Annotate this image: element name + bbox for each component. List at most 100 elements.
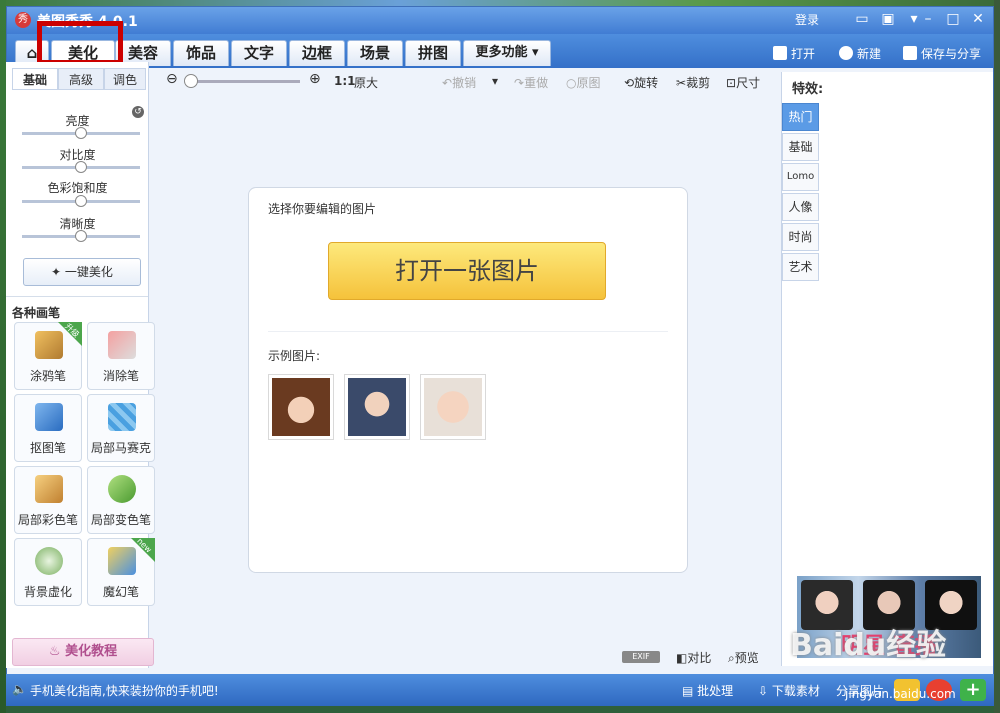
exif-button[interactable]: EXIF (622, 651, 660, 663)
main-tab-bar: ⌂ 美化 美容 饰品 文字 边框 场景 拼图 更多功能 ▾ 打开 新建 保存与分… (7, 34, 993, 68)
contrast-slider[interactable] (22, 161, 140, 173)
card-divider (268, 331, 668, 332)
tab-frame[interactable]: 边框 (289, 40, 345, 66)
tab-more-features[interactable]: 更多功能 ▾ (463, 40, 551, 66)
sharpness-slider[interactable] (22, 230, 140, 242)
image-toolbar: ⊖ ⊕ 1:1 原大 ↶撤销 ▾ ↷重做 ○原图 ⟲旋转 ✂裁剪 ⊡尺寸 (158, 68, 780, 96)
batch-icon: ▤ (682, 684, 698, 698)
mosaic-icon (108, 403, 136, 431)
brightness-slider[interactable] (22, 127, 140, 139)
save-icon (903, 46, 917, 60)
crop-button[interactable]: ✂裁剪 (676, 74, 710, 91)
effect-tab-hot[interactable]: 热门 (782, 103, 819, 131)
one-click-beautify-button[interactable]: ✦ 一键美化 (23, 258, 141, 286)
preview-button[interactable]: ⌕预览 (728, 649, 759, 666)
folder-icon (773, 46, 787, 60)
beautify-tutorial-button[interactable]: ♨ 美化教程 (12, 638, 154, 666)
compare-icon: ◧ (676, 651, 688, 665)
resize-icon: ⊡ (726, 76, 737, 90)
ratio-button[interactable]: 1:1 (334, 74, 356, 88)
close-icon[interactable]: ✕ (969, 11, 987, 27)
sample-image-3[interactable] (420, 374, 486, 440)
add-green-icon[interactable]: + (960, 679, 986, 701)
sample-image-1[interactable] (268, 374, 334, 440)
download-material-button[interactable]: ⇩ 下载素材 (758, 682, 820, 699)
rotate-button[interactable]: ⟲旋转 (624, 74, 658, 91)
tool-mosaic[interactable]: 局部马赛克 (87, 394, 155, 462)
effect-tab-art[interactable]: 艺术 (782, 253, 819, 281)
saturation-slider[interactable] (22, 195, 140, 207)
zoom-slider[interactable] (186, 80, 300, 83)
tool-local-recolor-pen[interactable]: 局部变色笔 (87, 466, 155, 534)
undo-button[interactable]: ↶撤销 (442, 74, 476, 91)
tab-text[interactable]: 文字 (231, 40, 287, 66)
tool-cutout-pen[interactable]: 抠图笔 (14, 394, 82, 462)
slider-knob[interactable] (75, 127, 87, 139)
new-button[interactable]: 新建 (839, 45, 881, 62)
watermark-url: jingyan.baidu.com (845, 687, 956, 701)
maximize-icon[interactable]: □ (944, 11, 962, 27)
paint-bucket-icon (108, 475, 136, 503)
undo-dropdown-icon[interactable]: ▾ (492, 74, 498, 88)
size-button[interactable]: ⊡尺寸 (726, 74, 760, 91)
one-click-label: 一键美化 (64, 265, 113, 279)
effect-tab-portrait[interactable]: 人像 (782, 193, 819, 221)
tool-doodle-pen[interactable]: 升级 涂鸦笔 (14, 322, 82, 390)
login-link[interactable]: 登录 (795, 11, 819, 28)
tool-background-blur[interactable]: 背景虚化 (14, 538, 82, 606)
original-label: 原图 (576, 76, 601, 90)
eraser-icon (108, 331, 136, 359)
skin-icon[interactable]: ▣ (879, 11, 897, 27)
tutorial-label: 美化教程 (65, 644, 118, 659)
scissors-icon: ✂ (676, 76, 687, 90)
effect-tab-basic[interactable]: 基础 (782, 133, 819, 161)
message-icon[interactable]: ▭ (853, 11, 871, 27)
download-label: 下载素材 (771, 684, 820, 698)
subtab-basic[interactable]: 基础 (12, 68, 58, 90)
redo-button[interactable]: ↷重做 (514, 74, 548, 91)
tool-eraser-pen[interactable]: 消除笔 (87, 322, 155, 390)
save-share-button[interactable]: 保存与分享 (903, 45, 981, 62)
compare-button[interactable]: ◧对比 (676, 649, 711, 666)
status-message[interactable]: 手机美化指南,快来装扮你的手机吧! (30, 682, 219, 699)
slider-knob[interactable] (75, 195, 87, 207)
tab-accessories[interactable]: 饰品 (173, 40, 229, 66)
tool-magic-pen[interactable]: new 魔幻笔 (87, 536, 155, 606)
cutout-pen-icon (35, 403, 63, 431)
tab-scene[interactable]: 场景 (347, 40, 403, 66)
tutorial-icon: ♨ (48, 644, 66, 659)
brush-section-title: 各种画笔 (12, 306, 61, 320)
slider-knob[interactable] (75, 230, 87, 242)
minimize-icon[interactable]: – (919, 11, 937, 27)
batch-label: 批处理 (697, 684, 734, 698)
original-image-button[interactable]: ○原图 (566, 74, 601, 91)
sample-image-2[interactable] (344, 374, 410, 440)
zoom-out-icon[interactable]: ⊖ (166, 71, 178, 87)
saturation-label: 色彩饱和度 (47, 181, 108, 195)
sharpness-label: 清晰度 (59, 217, 96, 231)
chevron-down-icon: ▾ (527, 45, 539, 60)
tab-more-label: 更多功能 (475, 45, 528, 60)
tool-label: 魔幻笔 (102, 585, 139, 599)
tab-collage[interactable]: 拼图 (405, 40, 461, 66)
sample-images-label: 示例图片: (268, 349, 321, 363)
zoom-in-icon[interactable]: ⊕ (309, 71, 321, 87)
open-button[interactable]: 打开 (773, 45, 815, 62)
magnifier-icon: ⌕ (728, 651, 735, 665)
effect-tab-fashion[interactable]: 时尚 (782, 223, 819, 251)
subtab-advanced[interactable]: 高级 (58, 68, 104, 90)
zoom-slider-knob[interactable] (184, 74, 198, 88)
batch-process-button[interactable]: ▤ 批处理 (682, 682, 733, 699)
tool-label: 抠图笔 (29, 441, 66, 455)
effect-tab-lomo[interactable]: Lomo (782, 163, 819, 191)
rotate-label: 旋转 (634, 76, 659, 90)
original-size-button[interactable]: 原大 (354, 74, 378, 91)
tool-local-color-pen[interactable]: 局部彩色笔 (14, 466, 82, 534)
open-image-button[interactable]: 打开一张图片 (328, 242, 606, 300)
brush-icon (35, 475, 63, 503)
subtab-color[interactable]: 调色 (104, 68, 146, 90)
choose-image-label: 选择你要编辑的图片 (268, 202, 377, 216)
circle-icon: ○ (566, 76, 577, 90)
slider-knob[interactable] (75, 161, 87, 173)
title-bar: 秀 美图秀秀 4.0.1 登录 ▭ ▣ ▾ – □ ✕ (7, 7, 993, 35)
